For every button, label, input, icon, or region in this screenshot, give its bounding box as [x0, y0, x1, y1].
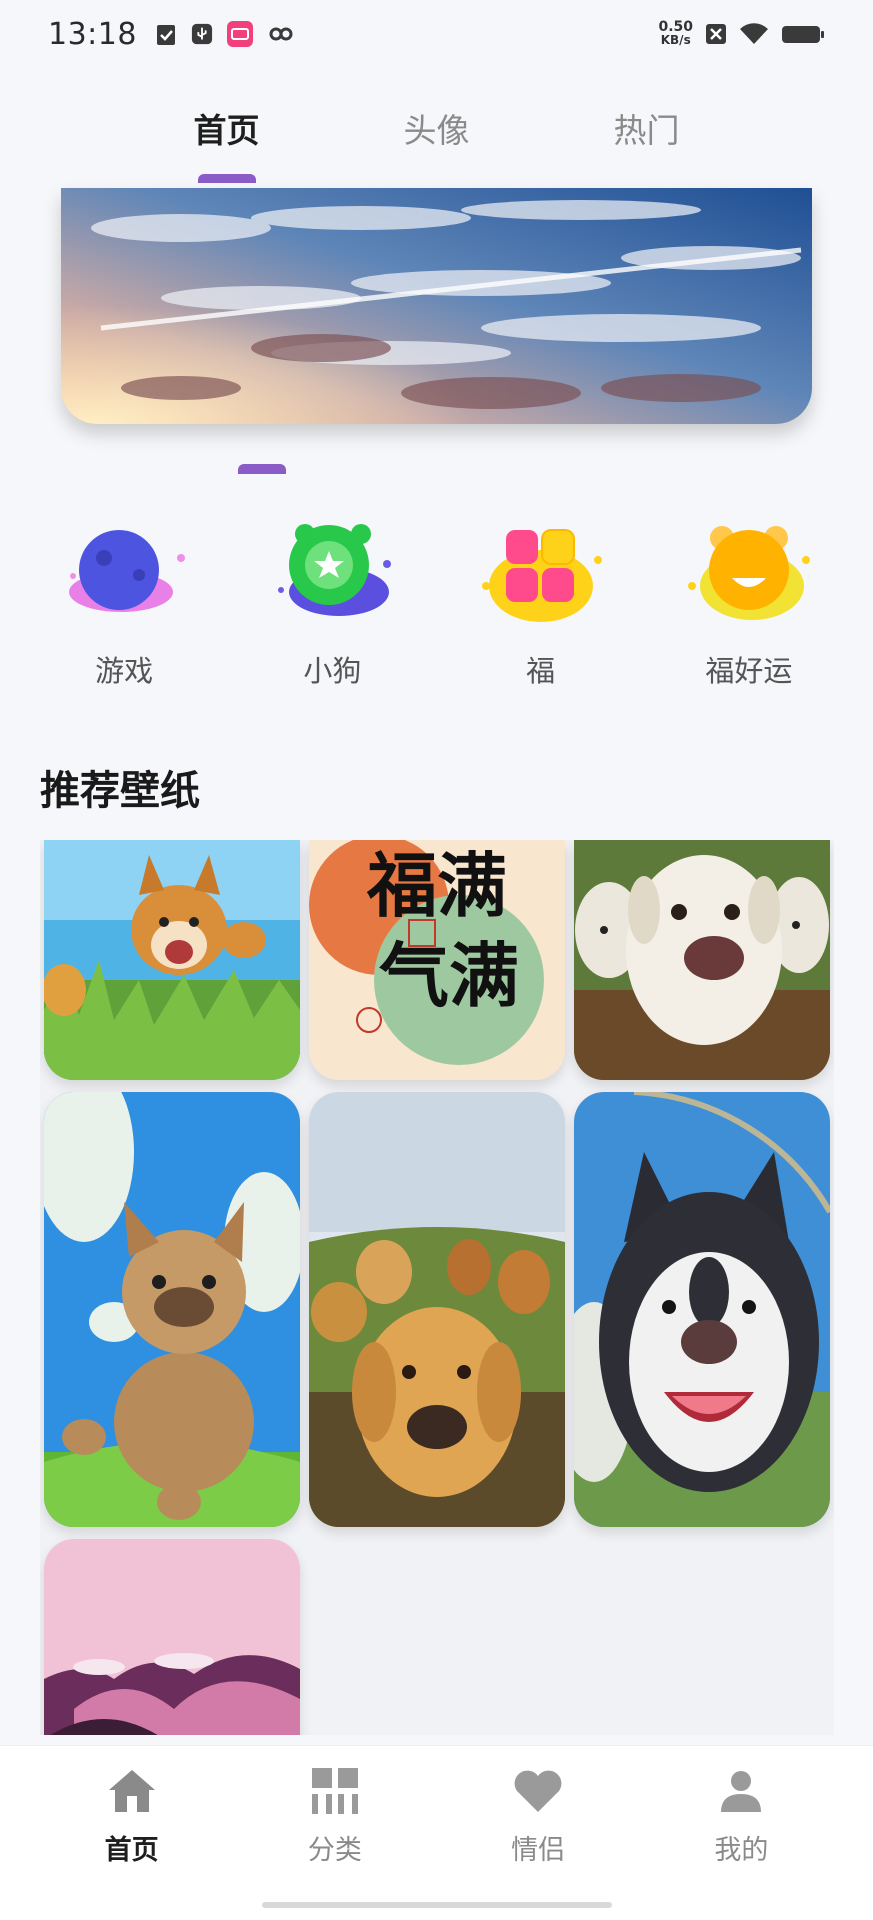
grid-blocks-icon [481, 529, 602, 622]
wallpaper-tile[interactable] [574, 1092, 830, 1527]
network-speed-unit: KB/s [660, 33, 691, 47]
banner-page-indicator [238, 464, 286, 474]
pink-landscape-wallpaper-image [44, 1539, 300, 1735]
wallpaper-tile[interactable] [44, 1539, 300, 1735]
category-fortune[interactable]: 福 [456, 520, 626, 690]
wifi-icon [740, 23, 768, 44]
calligraphy-wallpaper-image: 福满 气满 [309, 840, 565, 1080]
nav-category[interactable]: 分类 [255, 1746, 415, 1920]
category-puppy-label: 小狗 [303, 654, 362, 688]
recommended-wallpapers-title: 推荐壁纸 [40, 768, 200, 814]
nav-home-label: 首页 [104, 1835, 159, 1866]
network-speed: 0.50 KB/s [658, 20, 693, 47]
quick-category-row: 游戏 小狗 福 福好运 [0, 520, 873, 690]
husky-wallpaper-image [574, 1092, 830, 1527]
bottom-navigation: 首页 分类 情侣 我的 [0, 1745, 873, 1920]
nav-category-label: 分类 [307, 1835, 362, 1866]
battery-icon [782, 26, 824, 43]
wallpaper-tile[interactable] [574, 840, 830, 1080]
tab-avatar-label: 头像 [403, 111, 470, 150]
bulldog-wallpaper-image [44, 1092, 300, 1527]
category-icon [311, 1768, 358, 1814]
category-game-label: 游戏 [95, 654, 154, 688]
status-bar-right: 0.50 KB/s [658, 20, 825, 47]
wallpaper-tile[interactable] [309, 1092, 565, 1527]
home-icon [108, 1770, 155, 1812]
labrador-wallpaper-image [574, 840, 830, 1080]
nav-mine[interactable]: 我的 [661, 1746, 821, 1920]
wallpaper-tile[interactable] [44, 1092, 300, 1527]
nav-couple[interactable]: 情侣 [458, 1746, 618, 1920]
usb-debug-icon [191, 23, 213, 45]
status-time: 13:18 [48, 16, 137, 52]
app-notification-icon [226, 21, 253, 47]
gesture-home-indicator[interactable] [262, 1902, 612, 1908]
wallpaper-tile[interactable]: 福满 气满 [309, 840, 565, 1080]
tab-popular[interactable]: 热门 [542, 96, 752, 184]
tab-active-indicator [197, 174, 256, 183]
category-puppy[interactable]: 小狗 [247, 520, 417, 690]
nav-mine-label: 我的 [714, 1835, 769, 1866]
nav-home[interactable]: 首页 [52, 1746, 212, 1920]
tab-avatar[interactable]: 头像 [332, 96, 542, 184]
corgi-wallpaper-image [44, 840, 300, 1080]
calligraphy-line-2: 气满 [379, 934, 519, 1017]
star-badge-icon [278, 524, 392, 616]
planet-icon [69, 530, 186, 612]
tab-home-label: 首页 [193, 111, 260, 150]
status-bar: 13:18 0.50 KB/s [0, 0, 873, 68]
category-fortune-label: 福 [526, 654, 556, 688]
shield-check-icon [156, 25, 175, 45]
top-tab-bar: 首页 头像 热门 [0, 96, 873, 184]
status-bar-left: 13:18 [48, 17, 295, 52]
bear-icon [687, 526, 810, 620]
person-icon [721, 1771, 762, 1812]
category-good-luck-label: 福好运 [705, 654, 793, 688]
link-icon [269, 27, 293, 41]
wallpaper-tile[interactable] [44, 840, 300, 1080]
wallpaper-grid: 福满 气满 [40, 840, 834, 1735]
golden-retriever-wallpaper-image [309, 1092, 565, 1527]
tab-home[interactable]: 首页 [122, 96, 332, 184]
banner-carousel[interactable] [61, 188, 812, 424]
category-game[interactable]: 游戏 [39, 520, 209, 690]
no-sim-icon [706, 24, 726, 44]
nav-couple-label: 情侣 [511, 1835, 566, 1866]
banner-sky-image [61, 188, 812, 424]
calligraphy-line-1: 福满 [366, 844, 507, 927]
tab-popular-label: 热门 [613, 111, 680, 150]
heart-icon [514, 1770, 562, 1812]
category-good-luck[interactable]: 福好运 [664, 520, 834, 690]
